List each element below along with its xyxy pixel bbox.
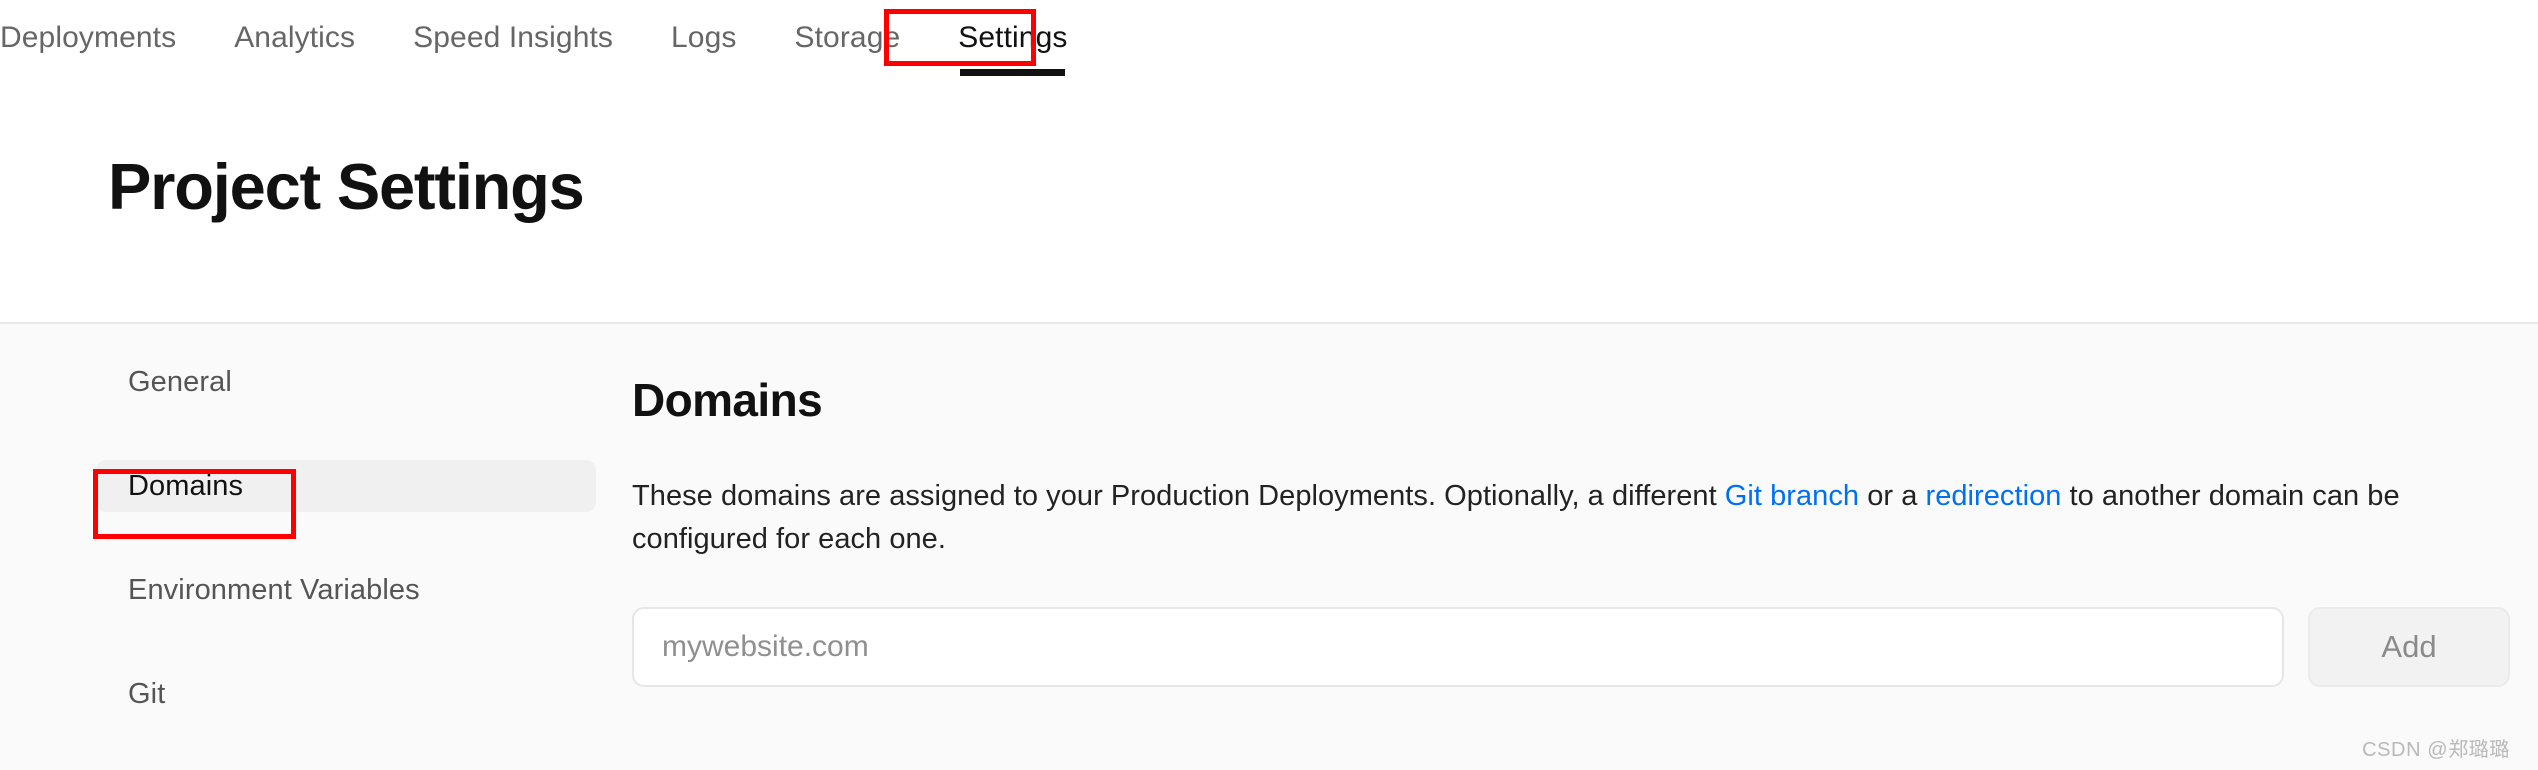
redirection-link[interactable]: redirection — [1925, 480, 2061, 512]
top-navigation-bar: Deployments Analytics Speed Insights Log… — [0, 0, 2538, 76]
domain-input[interactable] — [632, 607, 2284, 687]
sidebar-item-git[interactable]: Git — [96, 668, 596, 720]
app-root: Deployments Analytics Speed Insights Log… — [0, 0, 2538, 770]
description-text-part-1: These domains are assigned to your Produ… — [632, 480, 1725, 512]
nav-tab-deployments[interactable]: Deployments — [0, 0, 176, 76]
nav-tab-label: Settings — [958, 21, 1068, 54]
nav-tab-settings[interactable]: Settings — [958, 0, 1067, 76]
top-nav-list: Deployments Analytics Speed Insights Log… — [0, 0, 1125, 76]
description-text-part-2: or a — [1859, 480, 1926, 512]
settings-sidebar: General Domains Environment Variables Gi… — [96, 324, 596, 770]
sidebar-item-label: General — [128, 365, 232, 398]
nav-tab-logs[interactable]: Logs — [671, 0, 736, 76]
sidebar-item-environment-variables[interactable]: Environment Variables — [96, 564, 596, 616]
nav-tab-label: Storage — [794, 21, 901, 54]
nav-tab-analytics[interactable]: Analytics — [234, 0, 355, 76]
git-branch-link[interactable]: Git branch — [1725, 480, 1859, 512]
page-title-band: Project Settings — [0, 76, 2538, 324]
nav-tab-speed-insights[interactable]: Speed Insights — [413, 0, 613, 76]
nav-tab-storage[interactable]: Storage — [794, 0, 900, 76]
page-title: Project Settings — [108, 150, 585, 223]
add-domain-form: Add — [632, 607, 2512, 687]
sidebar-item-general[interactable]: General — [96, 356, 596, 408]
sidebar-item-label: Git — [128, 677, 166, 710]
watermark: CSDN @郑璐璐 — [2362, 739, 2510, 761]
sidebar-top-spacer — [96, 324, 596, 356]
nav-tab-label: Speed Insights — [413, 21, 614, 54]
nav-tab-label: Logs — [671, 21, 737, 54]
add-button[interactable]: Add — [2308, 607, 2510, 687]
section-title: Domains — [632, 374, 823, 426]
nav-tab-label: Analytics — [234, 21, 356, 54]
section-description: These domains are assigned to your Produ… — [632, 475, 2432, 561]
sidebar-item-domains[interactable]: Domains — [96, 460, 596, 512]
domains-panel: Domains These domains are assigned to yo… — [632, 324, 2512, 687]
sidebar-item-label: Environment Variables — [128, 573, 420, 606]
sidebar-item-label: Domains — [128, 469, 244, 502]
nav-tab-label: Deployments — [0, 21, 177, 54]
settings-body: General Domains Environment Variables Gi… — [0, 324, 2538, 770]
